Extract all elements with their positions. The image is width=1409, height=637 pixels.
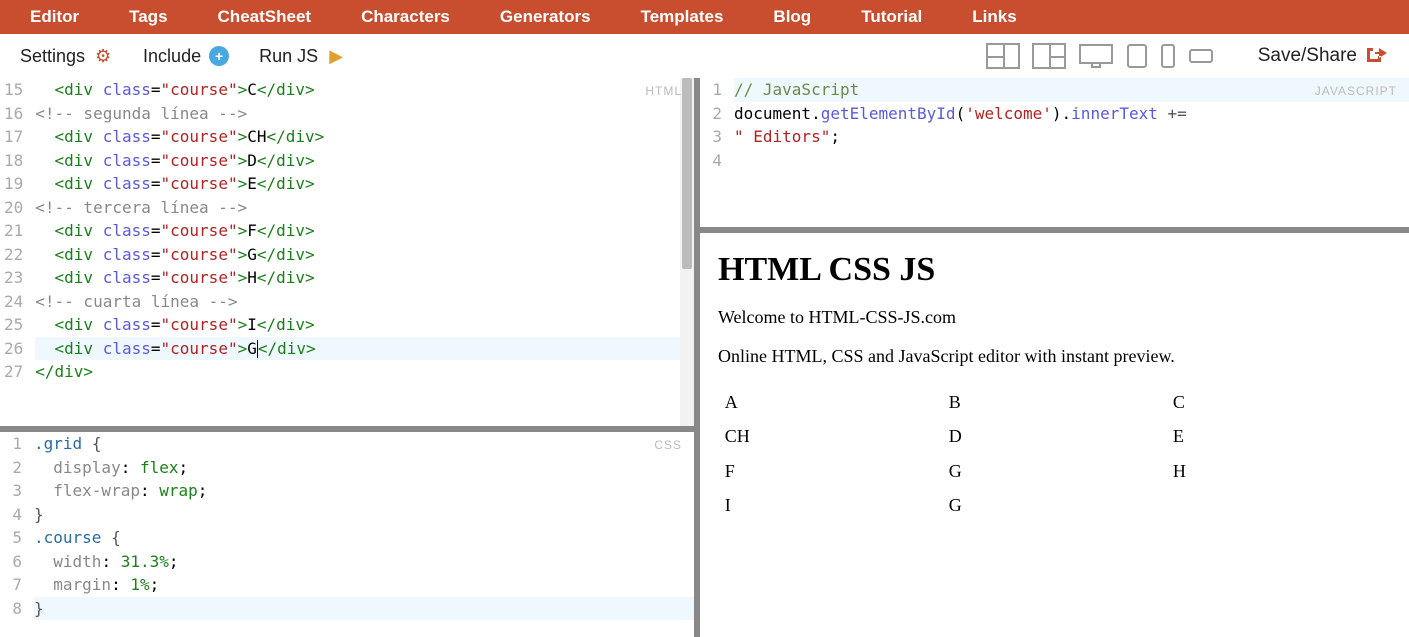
course-item: I	[725, 495, 936, 516]
code-line[interactable]: <!-- tercera línea -->	[35, 196, 694, 220]
play-icon: ▶	[326, 46, 346, 66]
settings-label: Settings	[20, 46, 85, 67]
code-line[interactable]: <div class="course">E</div>	[35, 172, 694, 196]
html-code-body[interactable]: <div class="course">C</div><!-- segunda …	[29, 78, 694, 426]
code-line[interactable]: </div>	[35, 360, 694, 384]
nav-blog[interactable]: Blog	[753, 7, 831, 27]
js-gutter: 1234	[700, 78, 728, 227]
code-line[interactable]: <!-- segunda línea -->	[35, 102, 694, 126]
code-line[interactable]	[734, 149, 1409, 173]
code-line[interactable]: }	[34, 597, 694, 621]
code-line[interactable]: }	[34, 503, 694, 527]
js-pane-label: JavaScript	[1315, 84, 1397, 98]
code-line[interactable]: <div class="course">D</div>	[35, 149, 694, 173]
code-line[interactable]: <!-- cuarta línea -->	[35, 290, 694, 314]
tablet-icon[interactable]	[1126, 43, 1148, 69]
code-line[interactable]: <div class="course">G</div>	[35, 243, 694, 267]
code-line[interactable]: flex-wrap: wrap;	[34, 479, 694, 503]
toolbar: Settings ⚙ Include + Run JS ▶ Save/Share	[0, 34, 1409, 78]
nav-links[interactable]: Links	[952, 7, 1036, 27]
code-line[interactable]: display: flex;	[34, 456, 694, 480]
preview-grid: ABC CH DE FGH IG	[718, 385, 1391, 523]
css-editor-pane[interactable]: CSS 12345678 .grid { display: flex; flex…	[0, 432, 694, 637]
top-nav: Editor Tags CheatSheet Characters Generators…	[0, 0, 1409, 34]
preview-welcome: Welcome to HTML-CSS-JS.com	[718, 307, 1391, 328]
preview-title: HTML CSS JS	[718, 251, 1391, 289]
nav-tags[interactable]: Tags	[109, 7, 187, 27]
course-item: A	[725, 392, 936, 413]
code-line[interactable]: " Editors";	[734, 125, 1409, 149]
course-item: C	[1173, 392, 1384, 413]
run-js-button[interactable]: Run JS ▶	[259, 46, 346, 67]
nav-tutorial[interactable]: Tutorial	[841, 7, 942, 27]
settings-button[interactable]: Settings ⚙	[20, 46, 113, 67]
course-item: E	[1173, 426, 1384, 447]
preview-pane: HTML CSS JS Welcome to HTML-CSS-JS.com O…	[700, 233, 1409, 637]
nav-characters[interactable]: Characters	[341, 7, 470, 27]
course-item: H	[1173, 461, 1384, 482]
nav-templates[interactable]: Templates	[621, 7, 744, 27]
code-line[interactable]: <div class="course">G</div>	[35, 337, 694, 361]
code-line[interactable]: <div class="course">H</div>	[35, 266, 694, 290]
main-area: HTML 15161718192021222324252627 <div cla…	[0, 78, 1409, 637]
layout-left-icon[interactable]	[986, 43, 1020, 69]
code-line[interactable]: .grid {	[34, 432, 694, 456]
course-item: D	[949, 426, 1160, 447]
js-editor-pane[interactable]: JavaScript 1234 // JavaScriptdocument.ge…	[700, 78, 1409, 233]
plus-icon: +	[209, 46, 229, 66]
css-pane-label: CSS	[654, 438, 682, 452]
code-line[interactable]: width: 31.3%;	[34, 550, 694, 574]
share-icon	[1365, 42, 1389, 70]
code-line[interactable]: <div class="course">C</div>	[35, 78, 694, 102]
js-code-body[interactable]: // JavaScriptdocument.getElementById('we…	[728, 78, 1409, 227]
gear-icon: ⚙	[93, 46, 113, 66]
save-share-button[interactable]: Save/Share	[1258, 42, 1389, 70]
code-line[interactable]: <div class="course">CH</div>	[35, 125, 694, 149]
code-line[interactable]: <div class="course">I</div>	[35, 313, 694, 337]
run-js-label: Run JS	[259, 46, 318, 67]
save-share-label: Save/Share	[1258, 45, 1357, 67]
course-item: CH	[725, 426, 936, 447]
course-item: B	[949, 392, 1160, 413]
include-button[interactable]: Include +	[143, 46, 229, 67]
code-line[interactable]: <div class="course">F</div>	[35, 219, 694, 243]
css-gutter: 12345678	[0, 432, 28, 637]
nav-generators[interactable]: Generators	[480, 7, 611, 27]
code-line[interactable]: margin: 1%;	[34, 573, 694, 597]
html-gutter: 15161718192021222324252627	[0, 78, 29, 426]
course-item: G	[949, 495, 1160, 516]
html-pane-label: HTML	[645, 84, 682, 98]
course-item: F	[725, 461, 936, 482]
include-label: Include	[143, 46, 201, 67]
code-line[interactable]: .course {	[34, 526, 694, 550]
nav-editor[interactable]: Editor	[10, 7, 99, 27]
preview-desc: Online HTML, CSS and JavaScript editor w…	[718, 346, 1391, 367]
course-item: G	[949, 461, 1160, 482]
css-code-body[interactable]: .grid { display: flex; flex-wrap: wrap;}…	[28, 432, 694, 637]
nav-cheatsheet[interactable]: CheatSheet	[198, 7, 332, 27]
html-scrollbar[interactable]	[680, 78, 694, 426]
phone-icon[interactable]	[1160, 43, 1176, 69]
phone-landscape-icon[interactable]	[1188, 48, 1214, 64]
code-line[interactable]: document.getElementById('welcome').inner…	[734, 102, 1409, 126]
code-line[interactable]: // JavaScript	[734, 78, 1409, 102]
layout-right-icon[interactable]	[1032, 43, 1066, 69]
html-editor-pane[interactable]: HTML 15161718192021222324252627 <div cla…	[0, 78, 694, 432]
desktop-icon[interactable]	[1078, 43, 1114, 69]
